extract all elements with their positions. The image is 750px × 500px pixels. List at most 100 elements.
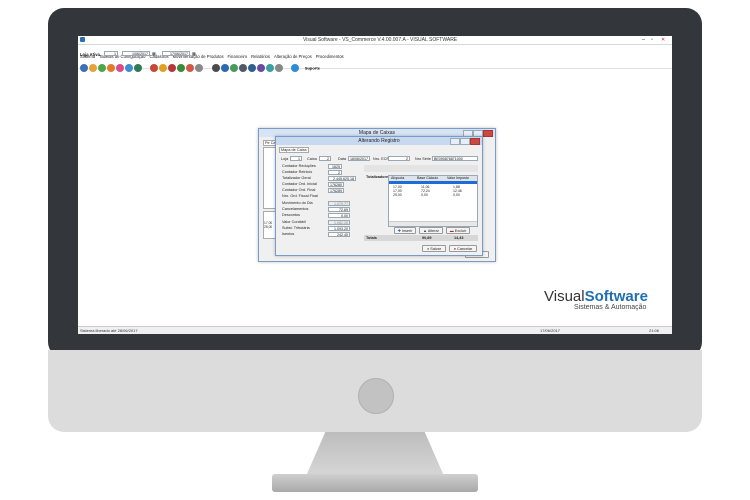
salvar-label: Salvar [430, 247, 442, 251]
toolbar-module-icon[interactable] [256, 63, 265, 72]
minimize-button[interactable]: – [642, 37, 645, 43]
toolbar-module-icon[interactable] [107, 63, 115, 72]
totais-label: Totais [366, 236, 377, 240]
calendar-icon[interactable]: ▦ [152, 51, 156, 56]
toolbar-module-icon[interactable] [229, 63, 238, 72]
totalizadores-panel: Totalizadores Tributados Alíquota Base C… [364, 165, 478, 241]
field-value: 1.082,26 [328, 220, 350, 225]
toolbar-module-icon[interactable] [98, 63, 106, 72]
toolbar-module-icon[interactable] [238, 63, 247, 72]
col-imposto: Valor Imposto [447, 176, 469, 180]
field-label: Movimento do Dia [282, 201, 313, 205]
support-icon[interactable] [291, 63, 300, 72]
alterar-button[interactable]: ▲ Alterar [419, 227, 443, 234]
delete-icon: ▬ [449, 229, 454, 233]
data-label: Data [338, 157, 347, 161]
power-button-icon [358, 378, 394, 414]
field-value[interactable]: 176280 [328, 182, 344, 187]
cancel-icon: ● [453, 247, 457, 251]
cell: 0,00 [421, 193, 428, 197]
support-label[interactable]: Suporte [305, 65, 320, 70]
toolbar-module-icon[interactable] [195, 63, 204, 72]
field-label: Contador Ord. Final [282, 188, 316, 192]
field-value[interactable]: 176289 [328, 188, 344, 193]
maximize-button[interactable] [460, 138, 470, 145]
col-base: Base Cálculo [417, 176, 439, 180]
excluir-button[interactable]: ▬ Excluir [446, 227, 470, 234]
table-row-selected[interactable] [389, 181, 477, 184]
serie-label: Nro Série [415, 157, 432, 161]
field-value[interactable]: 1625 [328, 164, 342, 169]
totais-bar: Totais 90,89 14,43 [364, 235, 478, 241]
field-value[interactable]: 1.093,20 [328, 226, 350, 231]
close-button[interactable] [483, 130, 493, 137]
maximize-button[interactable]: ▫ [651, 37, 653, 43]
toolbar-module-icon[interactable] [211, 63, 220, 72]
salvar-button[interactable]: ● Salvar [422, 245, 446, 252]
save-icon: ● [426, 247, 430, 251]
loja-select[interactable]: 1 [104, 51, 118, 56]
field-value[interactable]: 2.445.625,18 [328, 176, 356, 181]
dialog-titlebar: Alterando Registro [276, 137, 482, 145]
toolbar-module-icon[interactable] [116, 63, 124, 72]
cancelar-button[interactable]: ● Cancelar [449, 245, 477, 252]
toolbar-module-icon[interactable] [159, 63, 168, 72]
date-from-field[interactable]: 1/06/2017 [122, 51, 150, 56]
close-button[interactable] [470, 138, 480, 145]
calendar-icon[interactable]: ▦ [192, 51, 196, 56]
field-label: Valor Contábil [282, 220, 306, 224]
alterando-registro-dialog: Alterando Registro Mapa de Caixa Loja 1 … [275, 136, 483, 256]
date-to-field[interactable]: 17/06/2017 [162, 51, 190, 56]
totais-imposto: 14,43 [454, 236, 464, 240]
dialog-title: Alterando Registro [358, 138, 400, 144]
totalizadores-grid: Alíquota Base Cálculo Valor Imposto 17,0… [388, 175, 478, 227]
field-value[interactable]: 2 [328, 170, 342, 175]
horizontal-scrollbar[interactable] [389, 221, 477, 226]
tab-mapa-de-caixa[interactable]: Mapa de Caixa [279, 147, 309, 153]
edit-icon: ▲ [423, 229, 427, 233]
loja-label: Loja [281, 157, 289, 161]
loja-label: Loja Ativa [80, 52, 100, 57]
field-label: Totalizador Geral [282, 176, 311, 180]
loja-field[interactable]: 1 [290, 156, 302, 161]
screen: Visual Software - VS_Commerce V.4.00.007… [78, 36, 672, 334]
toolbar-module-icon[interactable] [168, 63, 177, 72]
inserir-label: Inserir [401, 229, 413, 233]
toolbar-module-icon[interactable] [134, 63, 142, 72]
toolbar-module-icon[interactable] [150, 63, 159, 72]
field-label: Contador Reinicio [282, 170, 313, 174]
cancelar-label: Cancelar [457, 247, 473, 251]
toolbar-module-icon[interactable] [125, 63, 133, 72]
toolbar-module-icon[interactable] [247, 63, 256, 72]
ecf-label: Nro. ECF [373, 157, 389, 161]
serie-field[interactable]: BE090876871000 [432, 156, 478, 161]
toolbar-module-icon[interactable] [186, 63, 195, 72]
close-button[interactable]: ✕ [661, 37, 665, 43]
field-label: Contador Reduções [282, 164, 316, 168]
logo-word-software: Software [584, 288, 648, 305]
inserir-button[interactable]: ✚ Inserir [394, 227, 416, 234]
minimize-button[interactable] [450, 138, 460, 145]
toolbar-module-icon[interactable] [177, 63, 186, 72]
status-bar: Sistema liberado até 28/06/2017 17/06/20… [78, 326, 672, 334]
field-value[interactable]: 242,40 [328, 232, 350, 237]
totais-base: 90,89 [422, 236, 432, 240]
col-aliquota: Alíquota [391, 176, 405, 180]
cell: 25,00 [393, 193, 402, 197]
caixa-field[interactable]: 2 [319, 156, 331, 161]
field-value[interactable]: 0,00 [328, 213, 350, 218]
data-field[interactable]: 16/06/2017 [348, 156, 370, 161]
toolbar-module-icon[interactable] [265, 63, 274, 72]
cell: 0,00 [453, 193, 460, 197]
field-value[interactable]: 72,69 [328, 207, 350, 212]
app-titlebar: Visual Software - VS_Commerce V.4.00.007… [78, 36, 672, 45]
ecf-field[interactable]: 2 [388, 156, 410, 161]
toolbar-module-icon[interactable] [89, 63, 97, 72]
toolbar-module-icon[interactable] [80, 63, 88, 72]
toolbar-module-icon[interactable] [220, 63, 229, 72]
fields-panel: Contador Reduções 1625 Contador Reinicio… [280, 164, 360, 238]
toolbar: Suporte [78, 58, 672, 72]
app-title: Visual Software - VS_Commerce V.4.00.007… [303, 37, 458, 43]
table-row[interactable]: 25,00 0,00 0,00 [389, 193, 477, 197]
toolbar-module-icon[interactable] [274, 63, 283, 72]
